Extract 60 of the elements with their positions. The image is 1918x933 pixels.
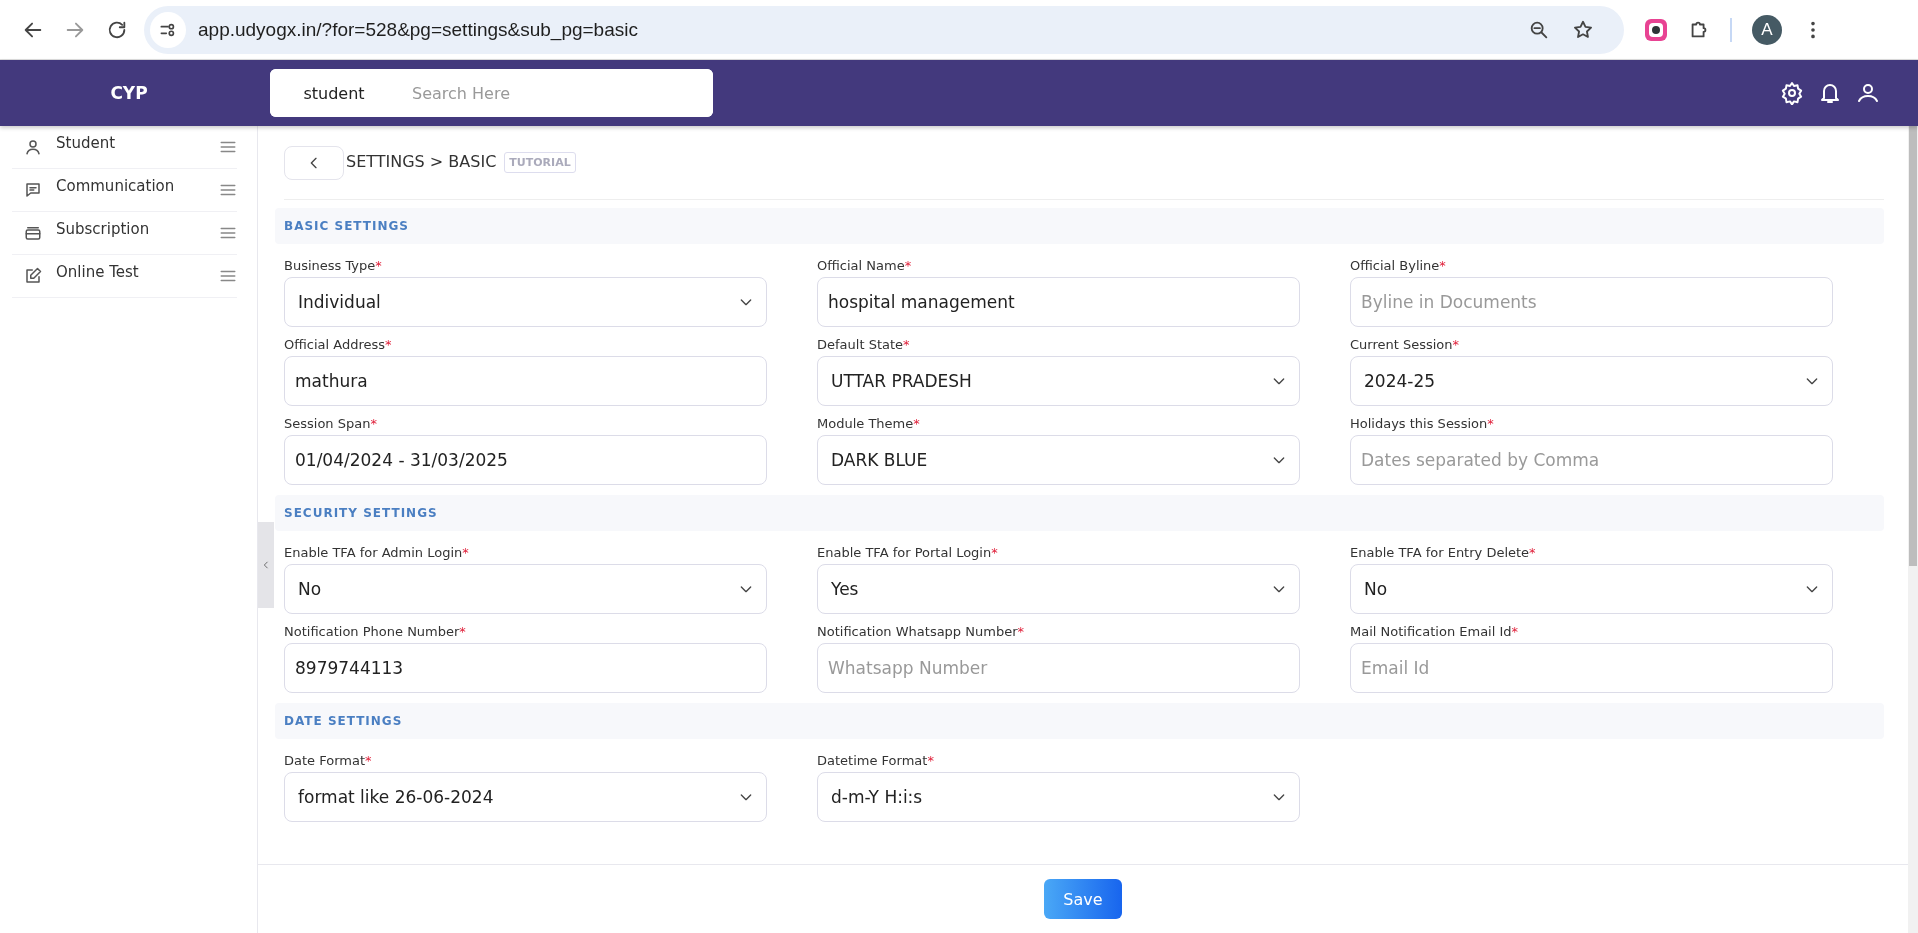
extension-logo-icon[interactable] [1644, 17, 1668, 42]
brand-name: CYP [110, 83, 148, 103]
select-field[interactable]: DARK BLUE [817, 435, 1300, 485]
section-heading: DATE SETTINGS [275, 703, 1884, 739]
field-label: Session Span* [284, 416, 378, 431]
user-icon[interactable] [1856, 81, 1880, 105]
field-label: Official Byline* [1350, 258, 1447, 273]
field-label: Date Format* [284, 753, 373, 768]
select-field[interactable]: format like 26-06-2024 [284, 772, 767, 822]
select-field[interactable]: No [284, 564, 767, 614]
select-field[interactable]: Individual [284, 277, 767, 327]
section-heading: BASIC SETTINGS [275, 208, 1884, 244]
edit-icon [24, 267, 42, 285]
field-label: Datetime Format* [817, 753, 935, 768]
select-field[interactable]: Yes [817, 564, 1300, 614]
select-field[interactable]: No [1350, 564, 1833, 614]
sidebar-item[interactable]: Student [12, 126, 237, 169]
sidebar-item[interactable]: Online Test [12, 255, 237, 298]
select-field[interactable]: UTTAR PRADESH [817, 356, 1300, 406]
field-label: Mail Notification Email Id* [1350, 624, 1520, 639]
search-bar[interactable]: student Search Here [270, 69, 713, 117]
scrollbar-thumb[interactable] [1909, 126, 1917, 566]
select-field[interactable]: 2024-25 [1350, 356, 1833, 406]
input-field[interactable]: Whatsapp Number [817, 643, 1300, 693]
input-field[interactable]: Email Id [1350, 643, 1833, 693]
field-label: Business Type* [284, 258, 383, 273]
chat-icon [24, 181, 42, 199]
field-label: Module Theme* [817, 416, 921, 431]
breadcrumb-text: SETTINGS > BASIC [346, 152, 497, 171]
notification-bell-icon[interactable] [1818, 81, 1842, 105]
field-label: Default State* [817, 337, 911, 352]
input-field[interactable]: 8979744113 [284, 643, 767, 693]
field-label: Official Address* [284, 337, 393, 352]
address-bar[interactable]: app.udyogx.in/?for=528&pg=settings&sub_pg=basic [144, 5, 1624, 54]
sidebar-collapse-handle[interactable] [258, 522, 274, 608]
settings-icon[interactable] [1780, 81, 1804, 105]
input-field[interactable]: hospital management [817, 277, 1300, 327]
url-text: app.udyogx.in/?for=528&pg=settings&sub_pg=basic [198, 18, 638, 41]
field-label: Holidays this Session* [1350, 416, 1495, 431]
field-label: Notification Whatsapp Number* [817, 624, 1025, 639]
select-field[interactable]: d-m-Y H:i:s [817, 772, 1300, 822]
sidebar-item[interactable]: Communication [12, 169, 237, 212]
field-label: Enable TFA for Admin Login* [284, 545, 470, 560]
input-field[interactable]: 01/04/2024 - 31/03/2025 [284, 435, 767, 485]
star-icon[interactable] [1572, 18, 1594, 41]
input-field[interactable]: Dates separated by Comma [1350, 435, 1833, 485]
field-label: Notification Phone Number* [284, 624, 467, 639]
person-icon [24, 138, 42, 156]
save-button[interactable]: Save [1044, 879, 1122, 919]
sidebar-item[interactable]: Subscription [12, 212, 237, 255]
field-label: Current Session* [1350, 337, 1461, 352]
card-icon [24, 224, 42, 242]
input-field[interactable]: Byline in Documents [1350, 277, 1833, 327]
field-label: Official Name* [817, 258, 913, 273]
input-field[interactable]: mathura [284, 356, 767, 406]
section-heading: SECURITY SETTINGS [275, 495, 1884, 531]
field-label: Enable TFA for Portal Login* [817, 545, 999, 560]
profile-avatar[interactable]: A [1752, 14, 1782, 45]
chevron-left-icon [261, 558, 271, 572]
field-label: Enable TFA for Entry Delete* [1350, 545, 1537, 560]
